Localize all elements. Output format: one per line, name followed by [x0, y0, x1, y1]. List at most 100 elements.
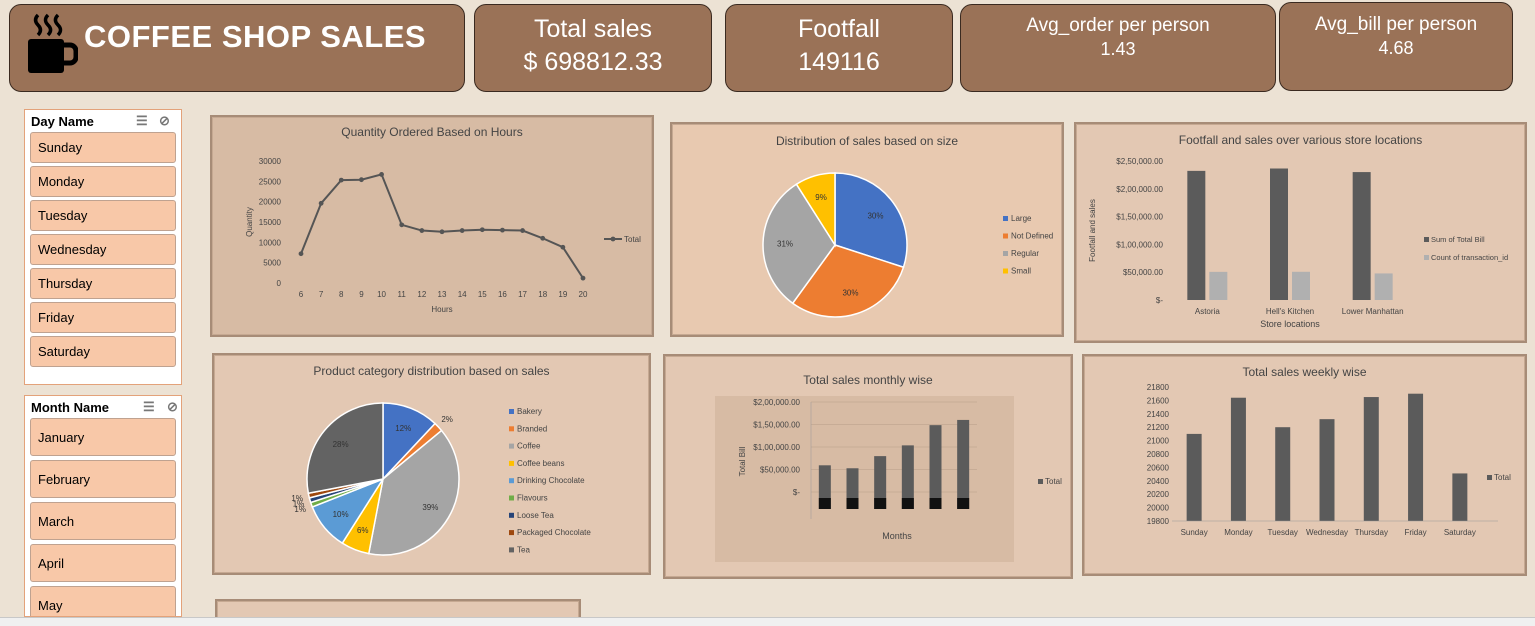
slice-label: 31% [777, 239, 793, 248]
legend-label: Total [624, 235, 641, 244]
y-tick-label: 15000 [259, 218, 282, 227]
multi-select-icon[interactable]: ☰ [143, 399, 155, 415]
legend-marker [509, 495, 514, 501]
data-point [298, 251, 304, 257]
y-tick-label: $2,50,000.00 [1116, 157, 1163, 166]
legend-marker [1424, 255, 1429, 260]
x-axis-label: Store locations [1260, 319, 1320, 329]
kpi-label: Total sales [533, 15, 653, 43]
slice-label: 6% [357, 526, 369, 535]
hours-chart-panel[interactable]: Quantity Ordered Based on Hours 30000 250… [210, 115, 654, 337]
slicer-item-tuesday[interactable]: Tuesday [30, 200, 176, 231]
x-tick-label: 12 [417, 290, 426, 299]
data-point [318, 200, 324, 206]
bar [1374, 273, 1393, 300]
y-axis-label: Quantity [245, 207, 254, 237]
slicer-header: Day Name ☰ ⊘ [25, 110, 181, 132]
x-tick-label: Monday [1224, 528, 1252, 537]
data-point [419, 228, 425, 233]
x-axis-label: Hours [431, 305, 452, 314]
size-chart-panel[interactable]: Distribution of sales based on size 30% 3… [670, 122, 1064, 337]
slicer-item-wednesday[interactable]: Wednesday [30, 234, 176, 265]
slicer-item-sunday[interactable]: Sunday [30, 132, 176, 163]
month-name-slicer: Month Name ☰ ⊘ January February March April… [24, 395, 182, 617]
clear-filter-icon[interactable]: ⊘ [159, 113, 170, 129]
legend-marker [509, 409, 514, 414]
bar [1319, 419, 1335, 521]
locations-bar-chart: $2,50,000.00 $2,00,000.00 $1,50,000.00 $1,0… [1088, 157, 1508, 329]
locations-chart-panel[interactable]: Footfall and sales over various store lo… [1074, 122, 1527, 343]
kpi-value: 4.68 [1378, 38, 1414, 58]
slicer-item-may[interactable]: May [30, 586, 176, 616]
legend-label: Tea [517, 545, 530, 554]
weekly-chart-panel[interactable]: Total sales weekly wise 21800 21600 21400 2… [1082, 354, 1527, 576]
slice-label: 10% [333, 510, 349, 519]
slice-label: 1% [291, 494, 303, 503]
x-tick-label: 9 [359, 290, 364, 299]
y-tick-label: 10000 [259, 238, 282, 247]
slicer-item-april[interactable]: April [30, 544, 176, 582]
data-point [338, 177, 344, 183]
legend-label: Branded [517, 424, 547, 433]
series-line [300, 173, 584, 279]
slicer-title: Month Name [31, 400, 109, 415]
y-tick-label: 21000 [1147, 437, 1170, 446]
x-tick-label: 18 [538, 290, 547, 299]
slicer-item-friday[interactable]: Friday [30, 302, 176, 333]
slicer-item-thursday[interactable]: Thursday [30, 268, 176, 299]
y-tick-label: $50,000.00 [1123, 268, 1164, 277]
legend-marker [1003, 251, 1008, 256]
x-tick-label: Wednesday [1306, 528, 1348, 537]
monthly-chart-panel[interactable]: Total sales monthly wise $2,00,000.00 $1,… [663, 354, 1073, 579]
data-point [580, 275, 586, 281]
legend-label: Sum of Total Bill [1431, 235, 1485, 244]
slice-label: 39% [422, 503, 438, 512]
y-tick-label: 21800 [1147, 383, 1170, 392]
slicer-item-january[interactable]: January [30, 418, 176, 456]
legend-label: Large [1011, 214, 1032, 223]
data-point [379, 172, 384, 177]
multi-select-icon[interactable]: ☰ [136, 113, 148, 129]
legend-label: Not Defined [1011, 232, 1053, 241]
legend-marker [1487, 475, 1492, 480]
x-tick-label: Saturday [1444, 528, 1476, 537]
x-tick-label: Tuesday [1268, 528, 1298, 537]
legend-label: Coffee beans [517, 459, 564, 468]
bar [1209, 271, 1228, 300]
category-chart-panel[interactable]: Product category distribution based on s… [212, 353, 651, 575]
kpi-value: 1.43 [1100, 39, 1136, 59]
y-tick-label: 20200 [1147, 490, 1170, 499]
slicer-item-monday[interactable]: Monday [30, 166, 176, 197]
legend-label: Bakery [517, 407, 542, 416]
y-tick-label: $1,50,000.00 [753, 421, 800, 430]
x-tick-label: 14 [458, 290, 467, 299]
slicer-item-february[interactable]: February [30, 460, 176, 498]
day-name-slicer: Day Name ☰ ⊘ Sunday Monday Tuesday Wednesda… [24, 109, 182, 385]
clear-filter-icon[interactable]: ⊘ [167, 399, 178, 415]
data-point [459, 228, 465, 233]
data-point [479, 227, 485, 233]
bar [929, 425, 942, 509]
kpi-footfall: Footfall 149116 [725, 4, 953, 92]
y-tick-label: $- [1156, 296, 1163, 305]
slice-label: 30% [867, 212, 883, 221]
kpi-avg-order: Avg_order per person 1.43 [960, 4, 1276, 92]
kpi-label: Footfall [798, 15, 880, 43]
bar-category-block [901, 498, 914, 509]
slice-label: 12% [395, 424, 411, 433]
y-tick-label: $1,50,000.00 [1116, 213, 1163, 222]
legend-label: Total [1494, 473, 1511, 482]
bar [1270, 168, 1288, 300]
y-tick-label: 19800 [1147, 517, 1170, 526]
data-point [399, 222, 405, 228]
y-tick-label: 20000 [259, 198, 282, 207]
legend-label: Regular [1011, 249, 1039, 258]
dashboard-title: COFFEE SHOP SALES [84, 19, 427, 54]
slicer-title: Day Name [31, 114, 94, 129]
y-tick-label: 20000 [1147, 504, 1170, 513]
slicer-item-march[interactable]: March [30, 502, 176, 540]
legend-label: Drinking Chocolate [517, 476, 585, 485]
slice-label: 30% [842, 289, 858, 298]
slicer-item-saturday[interactable]: Saturday [30, 336, 176, 367]
x-tick-label: Sunday [1181, 528, 1208, 537]
